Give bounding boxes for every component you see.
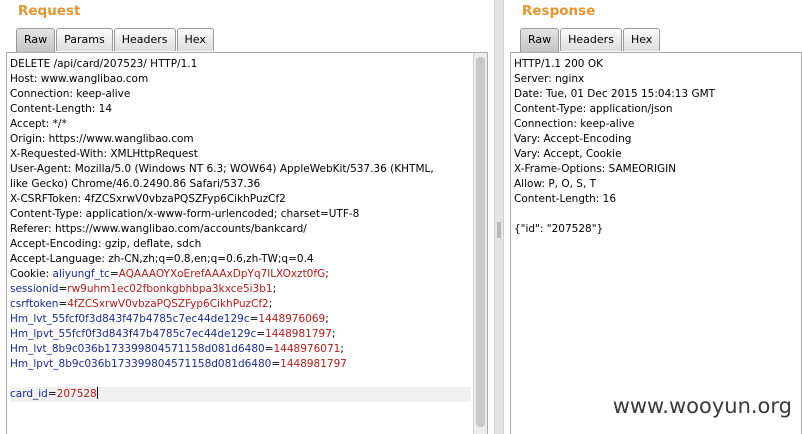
- request-scroll-thumb[interactable]: [476, 57, 485, 427]
- cookie-separator: ;: [340, 343, 344, 355]
- response-tab-hex[interactable]: Hex: [622, 28, 661, 51]
- cookie-value: 1448976069: [258, 313, 326, 325]
- cookie-line: Hm_lpvt_8b9c036b173399804571158d081d6480…: [10, 357, 471, 372]
- cookie-equals: =: [264, 343, 274, 355]
- request-line: User-Agent: Mozilla/5.0 (Windows NT 6.3;…: [10, 163, 434, 175]
- cookie-name: Hm_lvt_55fcf0f3d843f47b4785c7ec44de129c: [10, 313, 250, 325]
- cookie-equals: =: [271, 358, 281, 370]
- cookie-name: Hm_lvt_8b9c036b173399804571158d081d6480: [10, 343, 265, 355]
- cookie-value: 1448981797: [280, 358, 347, 370]
- cookie-equals: =: [58, 298, 68, 310]
- cookie-equals: =: [109, 268, 119, 280]
- cookie-separator: ;: [325, 313, 329, 325]
- request-text[interactable]: DELETE /api/card/207523/ HTTP/1.1 Host: w…: [10, 57, 471, 402]
- request-tab-hex[interactable]: Hex: [176, 28, 214, 51]
- request-line: like Gecko) Chrome/46.0.2490.86 Safari/5…: [10, 178, 261, 190]
- cookie-name: aliyungf_tc: [52, 268, 110, 280]
- watermark: www.wooyun.org: [612, 394, 792, 418]
- cookie-value: 4fZCSxrwV0vbzaPQSZFyp6CikhPuzCf2: [67, 298, 269, 310]
- response-line: Vary: Accept, Cookie: [514, 148, 622, 160]
- cookie-line: Hm_lvt_8b9c036b173399804571158d081d6480=…: [10, 342, 471, 357]
- cookie-equals: =: [256, 328, 266, 340]
- response-line: HTTP/1.1 200 OK: [514, 58, 603, 70]
- request-line: Origin: https://www.wanglibao.com: [10, 133, 194, 145]
- request-scrollbar[interactable]: [473, 53, 487, 434]
- response-tab-raw[interactable]: Raw: [520, 28, 560, 52]
- response-line: Connection: keep-alive: [514, 118, 635, 130]
- cookie-value: rw9uhm1ec02fbonkgbhbpa3kxce5i3b1: [67, 283, 273, 295]
- cookie-header-label: Cookie:: [10, 268, 53, 280]
- cookie-line: sessionid=rw9uhm1ec02fbonkgbhbpa3kxce5i3…: [10, 282, 471, 297]
- cookie-name: Hm_lpvt_55fcf0f3d843f47b4785c7ec44de129c: [10, 328, 257, 340]
- cookie-line: csrftoken=4fZCSxrwV0vbzaPQSZFyp6CikhPuzC…: [10, 297, 471, 312]
- cookie-line: Cookie: aliyungf_tc=AQAAAOYXoErefAAAxDpY…: [10, 267, 471, 282]
- response-text[interactable]: HTTP/1.1 200 OK Server: nginx Date: Tue, 0…: [514, 57, 785, 237]
- cookie-separator: ;: [272, 283, 277, 295]
- response-line: Server: nginx: [514, 73, 585, 85]
- cookie-name: sessionid: [10, 283, 59, 295]
- response-pane: Response Raw Headers Hex HTTP/1.1 200 OK…: [504, 0, 802, 434]
- request-line: Host: www.wanglibao.com: [10, 73, 149, 85]
- cookie-value: 1448976071: [273, 343, 341, 355]
- request-line: Content-Type: application/x-www-form-url…: [10, 208, 360, 220]
- cookie-separator: ;: [331, 328, 336, 340]
- request-line: Accept-Language: zh-CN,zh;q=0.8,en;q=0.6…: [10, 253, 314, 265]
- body-param-name: card_id: [10, 388, 48, 400]
- request-body-line: card_id=207528: [10, 387, 471, 402]
- response-line: Vary: Accept-Encoding: [514, 133, 632, 145]
- cookie-equals: =: [58, 283, 68, 295]
- request-line: Connection: keep-alive: [10, 88, 131, 100]
- response-line: {"id": "207528"}: [514, 223, 604, 235]
- request-pane: Request Raw Params Headers Hex DELETE /a…: [0, 0, 494, 434]
- text-caret: [96, 387, 98, 399]
- splitter-grip[interactable]: [497, 222, 501, 238]
- request-line: Accept: */*: [10, 118, 67, 130]
- request-tab-params[interactable]: Params: [56, 28, 113, 51]
- cookie-separator: ;: [268, 298, 273, 310]
- cookie-name: Hm_lpvt_8b9c036b173399804571158d081d6480: [10, 358, 272, 370]
- response-line: [514, 207, 785, 222]
- body-param-equals: =: [47, 388, 57, 400]
- request-line: X-Requested-With: XMLHttpRequest: [10, 148, 198, 160]
- pane-splitter[interactable]: [494, 0, 504, 434]
- response-line: Content-Type: application/json: [514, 103, 673, 115]
- response-tabs: Raw Headers Hex: [520, 28, 661, 52]
- response-line: Content-Length: 16: [514, 193, 617, 205]
- cookie-line: Hm_lvt_55fcf0f3d843f47b4785c7ec44de129c=…: [10, 312, 471, 327]
- cookie-line: Hm_lpvt_55fcf0f3d843f47b4785c7ec44de129c…: [10, 327, 471, 342]
- request-line: DELETE /api/card/207523/ HTTP/1.1: [10, 58, 198, 70]
- request-tab-raw[interactable]: Raw: [16, 28, 56, 52]
- request-title: Request: [18, 3, 81, 19]
- cookie-value: AQAAAOYXoErefAAAxDpYq7lLXOxzt0fG: [118, 268, 326, 280]
- response-raw-viewer[interactable]: HTTP/1.1 200 OK Server: nginx Date: Tue, 0…: [510, 52, 802, 434]
- cookie-separator: ;: [325, 268, 329, 280]
- request-tab-headers[interactable]: Headers: [113, 28, 176, 51]
- response-tab-headers[interactable]: Headers: [560, 28, 622, 51]
- response-title: Response: [522, 3, 596, 19]
- request-line: X-CSRFToken: 4fZCSxrwV0vbzaPQSZFyp6CikhP…: [10, 193, 286, 205]
- body-param-value: 207528: [56, 388, 97, 400]
- request-raw-editor[interactable]: DELETE /api/card/207523/ HTTP/1.1 Host: w…: [6, 52, 488, 434]
- request-line: Content-Length: 14: [10, 103, 113, 115]
- request-line: Accept-Encoding: gzip, deflate, sdch: [10, 238, 202, 250]
- request-tabs: Raw Params Headers Hex: [16, 28, 215, 52]
- cookie-value: 1448981797: [265, 328, 332, 340]
- response-line: Date: Tue, 01 Dec 2015 15:04:13 GMT: [514, 88, 716, 100]
- request-line: Referer: https://www.wanglibao.com/accou…: [10, 223, 307, 235]
- response-line: Allow: P, O, S, T: [514, 178, 597, 190]
- response-line: X-Frame-Options: SAMEORIGIN: [514, 163, 677, 175]
- cookie-name: csrftoken: [10, 298, 59, 310]
